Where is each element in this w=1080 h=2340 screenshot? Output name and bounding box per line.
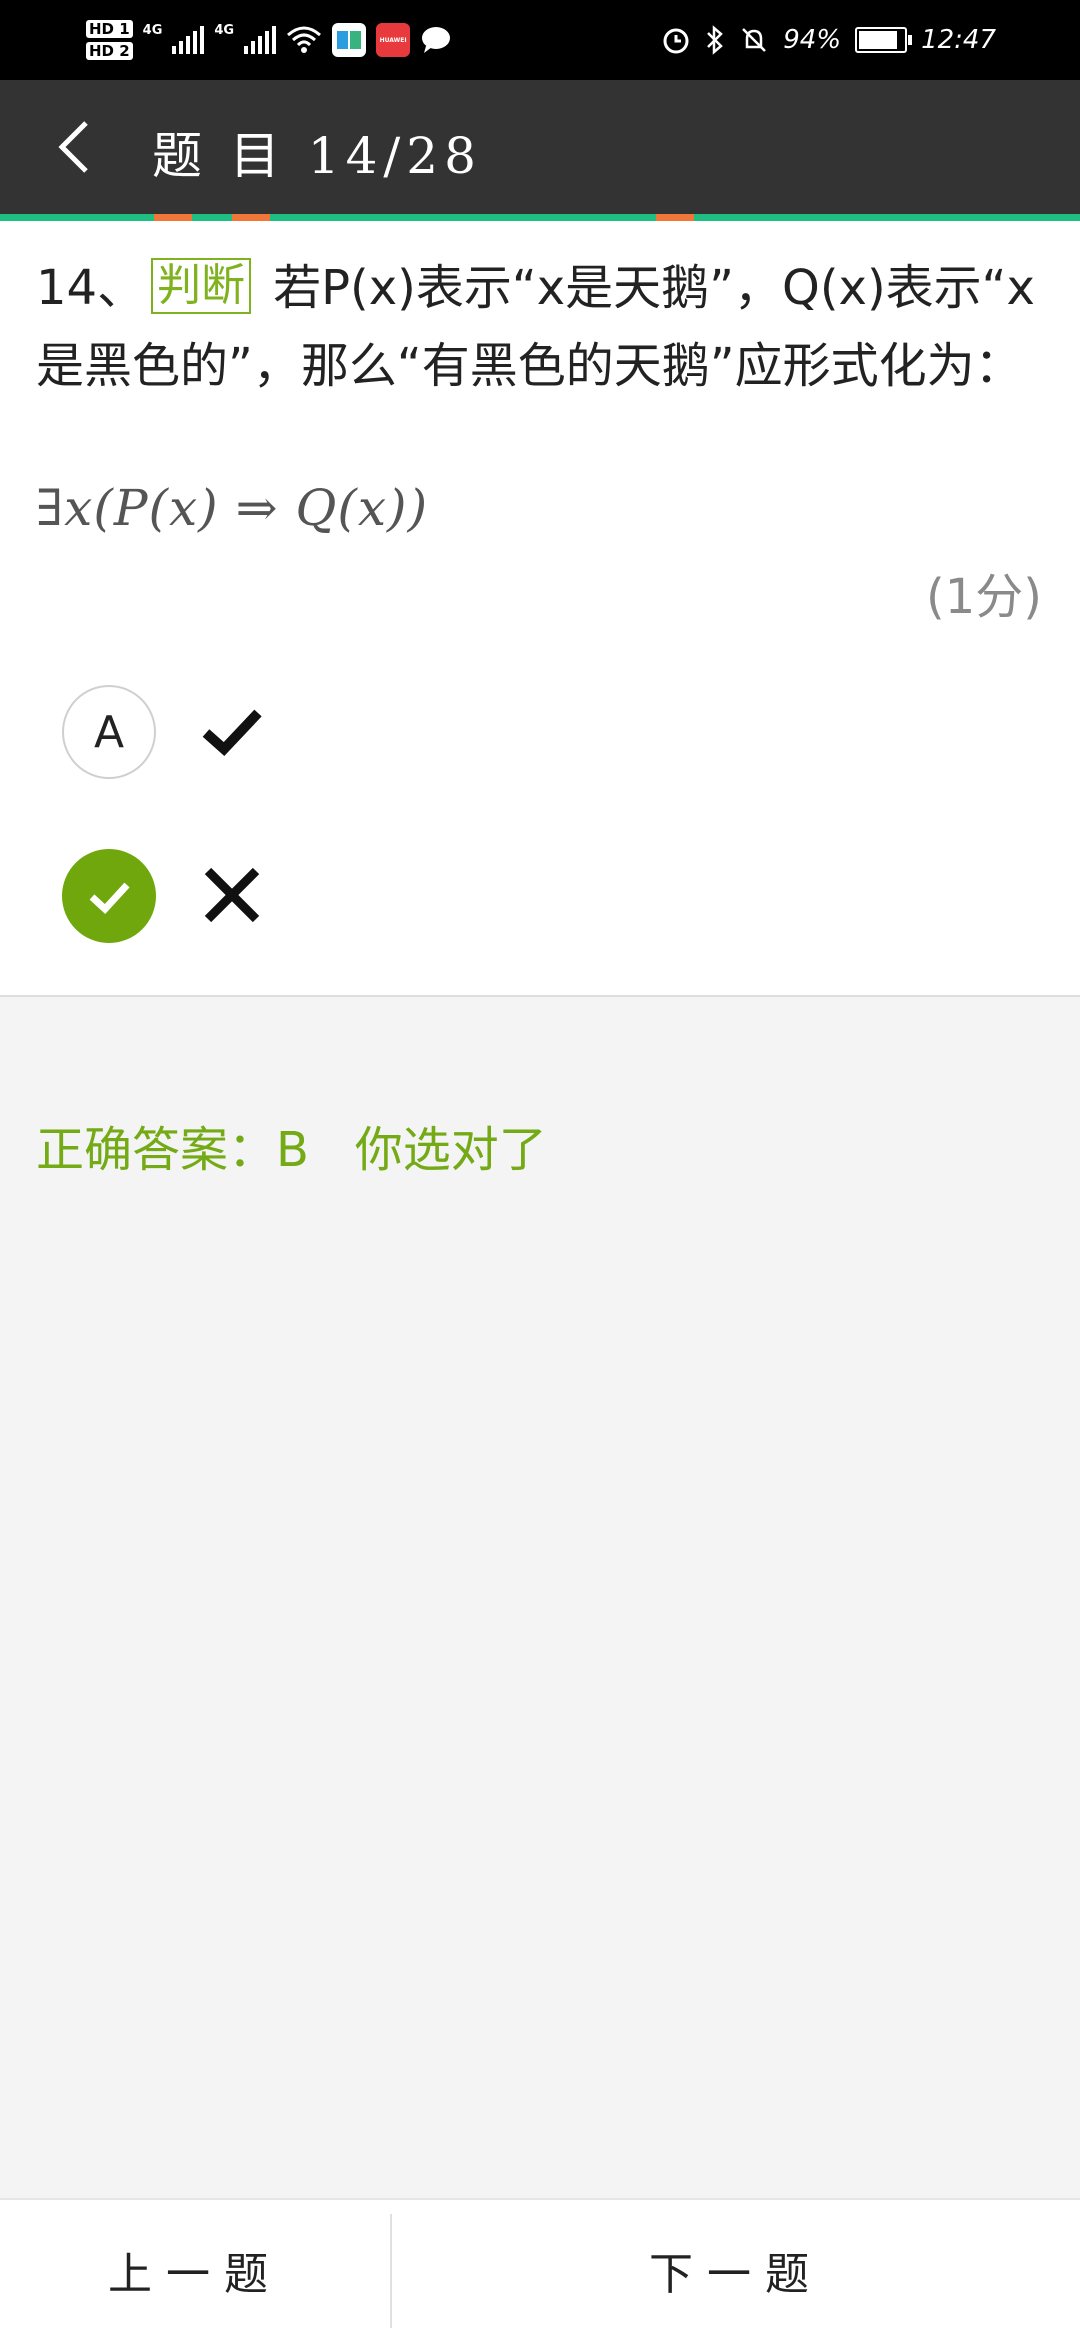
question-card: 14、 判断 若P(x)表示“x是天鹅”，Q(x)表示“x是黑色的”，那么“有黑色的… [0, 221, 1080, 997]
battery-fill [859, 31, 898, 49]
selected-check-icon [62, 849, 156, 943]
page-title: 题 目 14/28 [152, 127, 482, 185]
hd1-label: HD 1 [86, 20, 133, 38]
next-question-button[interactable]: 下一题 [392, 2200, 1080, 2340]
hd-indicator: HD 1 HD 2 [86, 20, 133, 60]
option-a-circle: A [62, 685, 156, 779]
status-left: HD 1 HD 2 4G 4G HUAWEI [86, 12, 452, 68]
wifi-icon [287, 26, 322, 53]
app-icon [332, 23, 367, 57]
bottom-navigation: 上一题 下一题 [0, 2198, 1080, 2340]
chat-icon [422, 27, 451, 53]
battery-icon [855, 27, 913, 53]
huawei-label: HUAWEI [379, 36, 407, 44]
question-text: 14、 判断 若P(x)表示“x是天鹅”，Q(x)表示“x是黑色的”，那么“有黑色的… [36, 249, 1042, 405]
question-type-badge: 判断 [151, 258, 252, 314]
chevron-left-icon [58, 121, 88, 173]
battery-percent: 94% [783, 25, 842, 55]
answer-feedback: 正确答案：B 你选对了 [36, 1122, 547, 1178]
bluetooth-icon [707, 25, 724, 55]
question-score: (1分) [926, 569, 1042, 625]
cross-icon [204, 867, 260, 923]
status-right: 94% 12:47 [661, 0, 996, 80]
alarm-icon [663, 28, 689, 54]
prev-question-button[interactable]: 上一题 [0, 2200, 390, 2340]
option-b[interactable] [62, 849, 1012, 945]
question-formula: ∃x(P(x) ⇒ Q(x)) [36, 479, 429, 537]
progress-mark [154, 214, 192, 221]
network-type-1: 4G [142, 22, 163, 38]
checkmark-icon [202, 709, 262, 756]
signal-icon [244, 26, 277, 54]
huawei-store-icon: HUAWEI [376, 23, 411, 57]
hd2-label: HD 2 [86, 42, 133, 60]
network-type-2: 4G [214, 22, 235, 38]
app-header: 题 目 14/28 [0, 80, 1080, 214]
option-a[interactable]: A [62, 685, 1012, 781]
question-number: 14、 [36, 260, 146, 316]
mute-icon [742, 28, 767, 52]
progress-mark [656, 214, 694, 221]
progress-mark [232, 214, 270, 221]
question-progress-bar [0, 214, 1080, 221]
status-bar: HD 1 HD 2 4G 4G HUAWEI 94% 12:47 [0, 0, 1080, 80]
signal-icon [172, 26, 205, 54]
back-button[interactable] [42, 115, 106, 179]
clock: 12:47 [921, 25, 996, 55]
